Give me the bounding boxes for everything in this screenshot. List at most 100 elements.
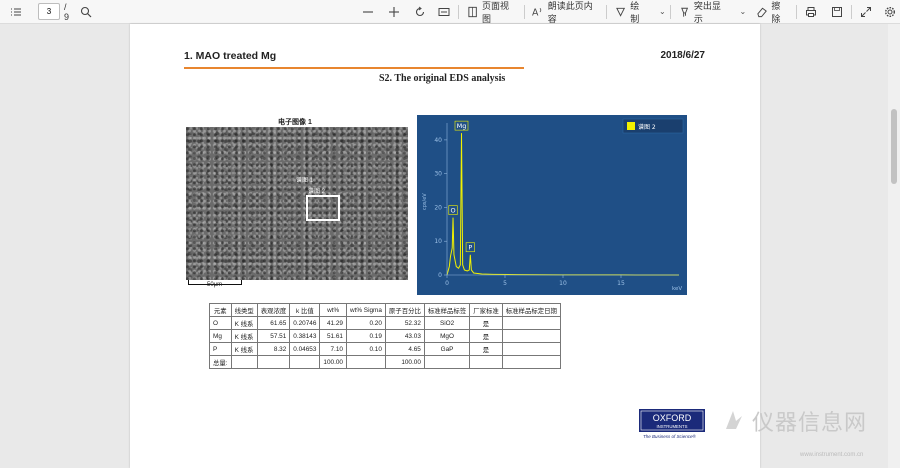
logo-subtext: INSTRUMENTS <box>656 424 687 429</box>
rotate-button[interactable] <box>410 0 430 24</box>
table-cell: GaP <box>423 342 471 356</box>
y-tick-label: 0 <box>438 272 442 279</box>
toolbar-divider <box>669 4 671 19</box>
table-cell: MgO <box>423 329 471 343</box>
erase-button[interactable]: 擦除 <box>752 0 792 24</box>
table-cell: 4.65 <box>384 342 425 356</box>
fullscreen-button[interactable] <box>856 0 876 24</box>
search-icon <box>80 6 92 17</box>
scrollbar-thumb[interactable] <box>891 109 897 184</box>
table-cell: SiO2 <box>423 316 471 330</box>
x-tick-label: 0 <box>445 280 449 287</box>
y-tick-label: 10 <box>434 238 442 245</box>
pdf-page: 1. MAO treated Mg 2018/6/27 S2. The orig… <box>130 24 760 468</box>
plus-icon <box>388 6 399 17</box>
x-tick-label: 15 <box>617 280 625 287</box>
toolbar-divider <box>523 4 525 19</box>
search-button[interactable] <box>76 0 96 24</box>
table-cell <box>230 355 258 369</box>
print-icon <box>806 6 817 17</box>
table-cell: Mg <box>209 329 232 343</box>
sem-image-title: 电子图像 1 <box>278 119 312 126</box>
table-cell: 0.38143 <box>289 329 321 343</box>
page-total: / 9 <box>64 1 70 22</box>
peak-label: O <box>450 207 455 215</box>
header-title: 1. MAO treated Mg <box>184 50 277 62</box>
section-title: S2. The original EDS analysis <box>379 73 506 84</box>
table-cell: 0.19 <box>345 329 386 343</box>
draw-icon <box>616 7 626 17</box>
save-icon <box>832 6 843 17</box>
spectrum-2-region <box>306 195 340 221</box>
table-cell: P <box>209 342 232 356</box>
page-view-label: 页面视图 <box>481 0 509 24</box>
table-cell <box>256 355 291 369</box>
y-tick-label: 30 <box>434 171 442 178</box>
page-number-input[interactable] <box>38 3 60 20</box>
table-cell <box>345 355 386 369</box>
read-aloud-button[interactable]: A 朗读此页内容 <box>528 0 602 24</box>
table-cell: 是 <box>469 342 503 356</box>
toolbar-divider <box>457 4 459 19</box>
table-cell: 57.51 <box>256 329 291 343</box>
y-axis-label: cps/eV <box>422 193 428 210</box>
eds-spectrum-chart: 0 5 10 15 0 10 20 30 40 O Mg P cps/eV keV 谱图 2 <box>417 115 687 295</box>
column-header: 厂家标准 <box>469 303 503 317</box>
table-cell: O <box>209 316 232 330</box>
legend-label: 谱图 2 <box>638 123 656 131</box>
highlight-button[interactable]: 突出显示 <box>675 0 732 24</box>
table-cell: 100.00 <box>384 355 425 369</box>
spectrum-1-label: 谱图 1 <box>296 178 314 184</box>
watermark-logo-icon <box>726 411 742 429</box>
print-button[interactable] <box>801 0 821 24</box>
column-header: wt% Sigma <box>345 303 386 317</box>
draw-button[interactable]: 绘制 <box>611 0 651 24</box>
vertical-scrollbar[interactable] <box>888 24 900 468</box>
column-header: wt% <box>319 303 347 317</box>
peak-label: Mg <box>457 122 467 130</box>
read-aloud-icon: A <box>532 7 542 18</box>
save-button[interactable] <box>827 0 847 24</box>
svg-text:A: A <box>532 7 539 17</box>
toolbar-divider <box>851 4 852 19</box>
chevron-down-icon[interactable]: ⌄ <box>659 7 666 16</box>
logo-text: OXFORD <box>653 413 692 423</box>
minus-icon <box>362 10 373 13</box>
column-header: 表观浓度 <box>256 303 291 317</box>
table-cell: 7.10 <box>319 342 347 356</box>
settings-button[interactable] <box>880 0 900 24</box>
table-cell <box>423 355 471 369</box>
table-cell: K 线系 <box>230 342 258 356</box>
zoom-out-button[interactable] <box>358 0 378 24</box>
erase-label: 擦除 <box>771 0 781 24</box>
table-cell: K 线系 <box>230 329 258 343</box>
page-view-button[interactable]: 页面视图 <box>463 0 520 24</box>
contents-button[interactable] <box>6 0 26 24</box>
x-tick-label: 10 <box>559 280 567 287</box>
table-cell: 52.32 <box>384 316 425 330</box>
logo-tagline: The Business of Science® <box>643 434 696 439</box>
chevron-down-icon[interactable]: ⌄ <box>740 7 747 16</box>
fit-width-icon <box>438 7 450 16</box>
table-cell <box>501 316 561 330</box>
column-header: 标准样品标签 <box>423 303 471 317</box>
eds-results-table: 元素 线类型 表观浓度 k 比值 wt% wt% Sigma 原子百分比 标准样… <box>209 303 561 369</box>
page-view-icon <box>468 6 477 17</box>
table-cell: 43.03 <box>384 329 425 343</box>
pdf-toolbar: / 9 页面视图 A 朗读此页内容 绘制 ⌄ 突出显示 ⌄ 擦除 <box>0 0 900 24</box>
table-cell: 是 <box>469 329 503 343</box>
column-header: 标准样品标定日期 <box>501 303 561 317</box>
table-cell <box>289 355 321 369</box>
y-tick-label: 40 <box>434 137 442 144</box>
expand-icon <box>861 6 871 17</box>
table-row: O K 线系 61.65 0.20746 41.29 0.20 52.32 Si… <box>209 316 561 330</box>
zoom-in-button[interactable] <box>384 0 404 24</box>
gear-icon <box>884 6 896 17</box>
spectrum-2-label: 谱图 2 <box>308 189 326 195</box>
list-icon <box>11 8 21 15</box>
fit-page-button[interactable] <box>434 0 454 24</box>
watermark-text: 仪器信息网 <box>752 410 868 435</box>
table-cell: 0.20 <box>345 316 386 330</box>
eraser-icon <box>757 7 768 17</box>
orange-divider <box>184 67 524 69</box>
